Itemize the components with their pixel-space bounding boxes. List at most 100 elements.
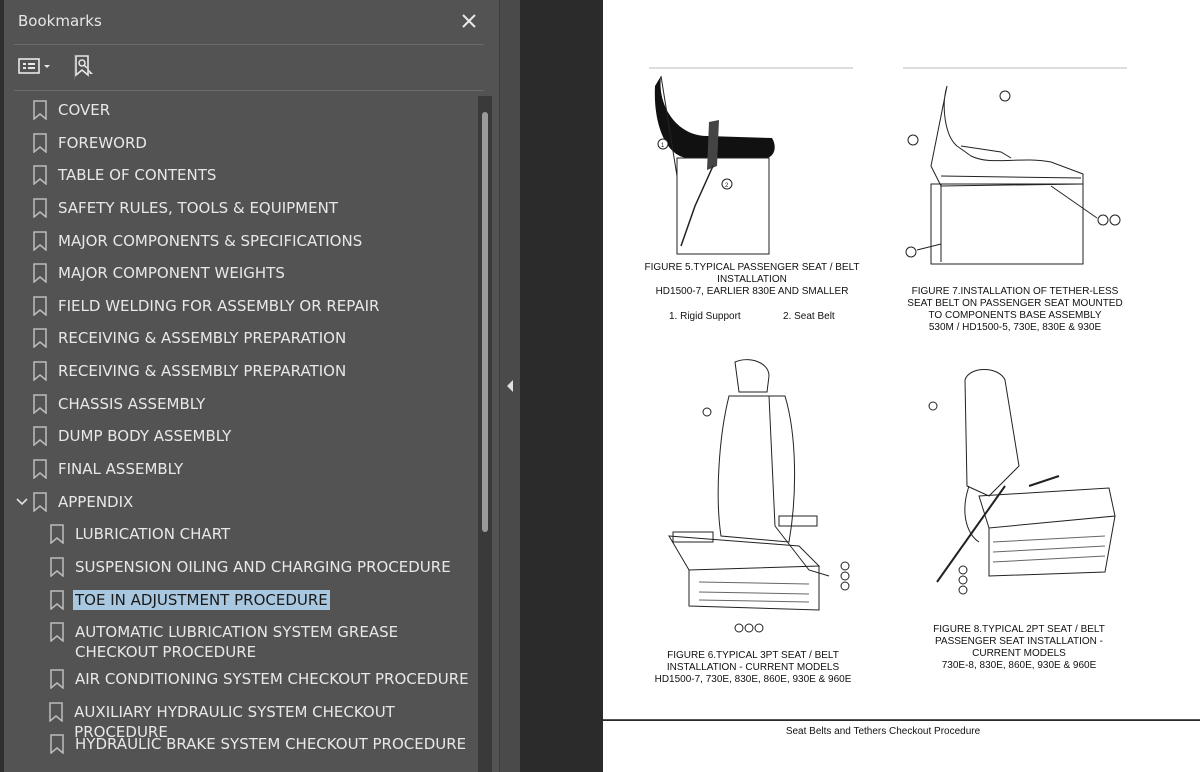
bookmark-label: FOREWORD [58,134,147,152]
caption-line: SEAT BELT ON PASSENGER SEAT MOUNTED [907,298,1123,309]
close-icon [462,14,476,28]
bookmark-item[interactable]: RECEIVING & ASSEMBLY PREPARATION [4,328,478,348]
caption-line: TO COMPONENTS BASE ASSEMBLY [928,310,1102,321]
bookmark-icon [33,492,47,512]
bookmark-label: APPENDIX [58,493,134,511]
bookmark-label: DUMP BODY ASSEMBLY [58,427,232,445]
figure-5-legend-1: 1. Rigid Support [669,311,741,322]
bookmark-item[interactable]: MAJOR COMPONENT WEIGHTS [4,263,478,283]
figure-6-caption: FIGURE 6.TYPICAL 3PT SEAT / BELT INSTALL… [643,650,863,686]
bookmark-item[interactable]: FINAL ASSEMBLY [4,459,478,479]
divider [14,90,484,91]
bookmark-label: HYDRAULIC BRAKE SYSTEM CHECKOUT PROCEDUR… [75,735,467,753]
bookmark-toolbar [14,50,484,84]
panel-title: Bookmarks [18,12,102,30]
bookmark-item[interactable]: FIELD WELDING FOR ASSEMBLY OR REPAIR [4,296,478,316]
bookmark-icon [33,165,47,185]
bookmark-label: MAJOR COMPONENT WEIGHTS [58,264,285,282]
bookmark-label: RECEIVING & ASSEMBLY PREPARATION [58,329,347,347]
bookmark-icon [50,622,64,642]
bookmark-icon [33,296,47,316]
panel-header: Bookmarks [4,0,499,44]
bookmark-label: SAFETY RULES, TOOLS & EQUIPMENT [58,199,338,217]
caption-line: PASSENGER SEAT INSTALLATION - [934,636,1103,647]
pdf-viewer: Bookmarks COVER FOREWORD TABLE OF CONTEN… [0,0,1200,772]
caption-line: 530M / HD1500-5, 730E, 830E & 930E [928,322,1102,333]
caption-line: 730E-8, 830E, 860E, 930E & 960E [941,660,1097,671]
page-footer-text: Seat Belts and Tethers Checkout Procedur… [785,726,981,737]
bookmark-label: SUSPENSION OILING AND CHARGING PROCEDURE [75,558,451,576]
find-bookmark-icon [75,55,93,77]
close-panel-button[interactable] [457,9,481,33]
bookmark-item[interactable]: SAFETY RULES, TOOLS & EQUIPMENT [4,198,478,218]
bookmark-item[interactable]: COVER [4,100,478,120]
bookmark-icon [33,198,47,218]
caption-line: FIGURE 8.TYPICAL 2PT SEAT / BELT [933,624,1105,635]
divider [14,44,484,45]
caption-line: FIGURE 6.TYPICAL 3PT SEAT / BELT [667,650,839,661]
scrollbar-thumb[interactable] [482,112,488,532]
bookmarks-panel: Bookmarks COVER FOREWORD TABLE OF CONTEN… [0,0,500,772]
bookmark-icon [50,524,64,544]
bookmark-label: MAJOR COMPONENTS & SPECIFICATIONS [58,232,363,250]
bookmark-label: FINAL ASSEMBLY [58,460,184,478]
bookmark-label: RECEIVING & ASSEMBLY PREPARATION [58,362,347,380]
bookmark-item[interactable]: SUSPENSION OILING AND CHARGING PROCEDURE [4,557,478,577]
bookmark-icon [50,734,64,754]
collapse-panel-icon[interactable] [505,378,515,394]
caption-line: CURRENT MODELS [972,648,1066,659]
figure-5-image: 1 2 [649,67,853,255]
figure-7-caption: FIGURE 7.INSTALLATION OF TETHER-LESS SEA… [895,286,1135,334]
bookmark-item[interactable]: MAJOR COMPONENTS & SPECIFICATIONS [4,231,478,251]
bookmark-item[interactable]: FOREWORD [4,133,478,153]
bookmark-icon [50,669,64,689]
find-bookmark-button[interactable] [72,52,96,80]
bookmark-item[interactable]: RECEIVING & ASSEMBLY PREPARATION [4,361,478,381]
bookmark-label: TOE IN ADJUSTMENT PROCEDURE [73,590,330,610]
bookmark-item[interactable]: APPENDIX [4,492,478,512]
bookmark-item[interactable]: AUTOMATIC LUBRICATION SYSTEM GREASE CHEC… [4,622,478,662]
bookmark-icon [33,231,47,251]
caption-line: HD1500-7, EARLIER 830E AND SMALLER [655,286,849,297]
document-page-footer: Seat Belts and Tethers Checkout Procedur… [603,721,1200,772]
bookmark-item[interactable]: DUMP BODY ASSEMBLY [4,426,478,446]
bookmark-icon [33,133,47,153]
bookmark-list: COVER FOREWORD TABLE OF CONTENTS SAFETY RUL… [4,94,478,772]
bookmark-item[interactable]: AIR CONDITIONING SYSTEM CHECKOUT PROCEDU… [4,669,478,689]
bookmark-label: AIR CONDITIONING SYSTEM CHECKOUT PROCEDU… [75,670,469,688]
bookmark-icon [49,702,63,722]
bookmark-label: TABLE OF CONTENTS [58,166,217,184]
bookmark-item[interactable]: TABLE OF CONTENTS [4,165,478,185]
chevron-down-icon[interactable] [12,492,32,512]
caption-line: FIGURE 7.INSTALLATION OF TETHER-LESS [911,286,1119,297]
caption-line: FIGURE 5.TYPICAL PASSENGER SEAT / BELT [644,262,860,273]
caption-line: INSTALLATION [717,274,787,285]
bookmark-label: COVER [58,101,111,119]
bookmark-label: LUBRICATION CHART [75,525,231,543]
bookmark-label: AUTOMATIC LUBRICATION SYSTEM GREASE CHEC… [75,623,399,661]
bookmark-item[interactable]: CHASSIS ASSEMBLY [4,394,478,414]
bookmark-item[interactable]: HYDRAULIC BRAKE SYSTEM CHECKOUT PROCEDUR… [4,734,478,754]
bookmark-icon [50,557,64,577]
bookmark-label: FIELD WELDING FOR ASSEMBLY OR REPAIR [58,297,380,315]
bookmark-icon [33,426,47,446]
bookmark-options-button[interactable] [18,52,54,80]
bookmark-icon [33,100,47,120]
bookmark-icon [33,361,47,381]
bookmark-item[interactable]: TOE IN ADJUSTMENT PROCEDURE [4,590,478,610]
bookmark-item[interactable]: LUBRICATION CHART [4,524,478,544]
caption-line: INSTALLATION - CURRENT MODELS [666,662,840,673]
